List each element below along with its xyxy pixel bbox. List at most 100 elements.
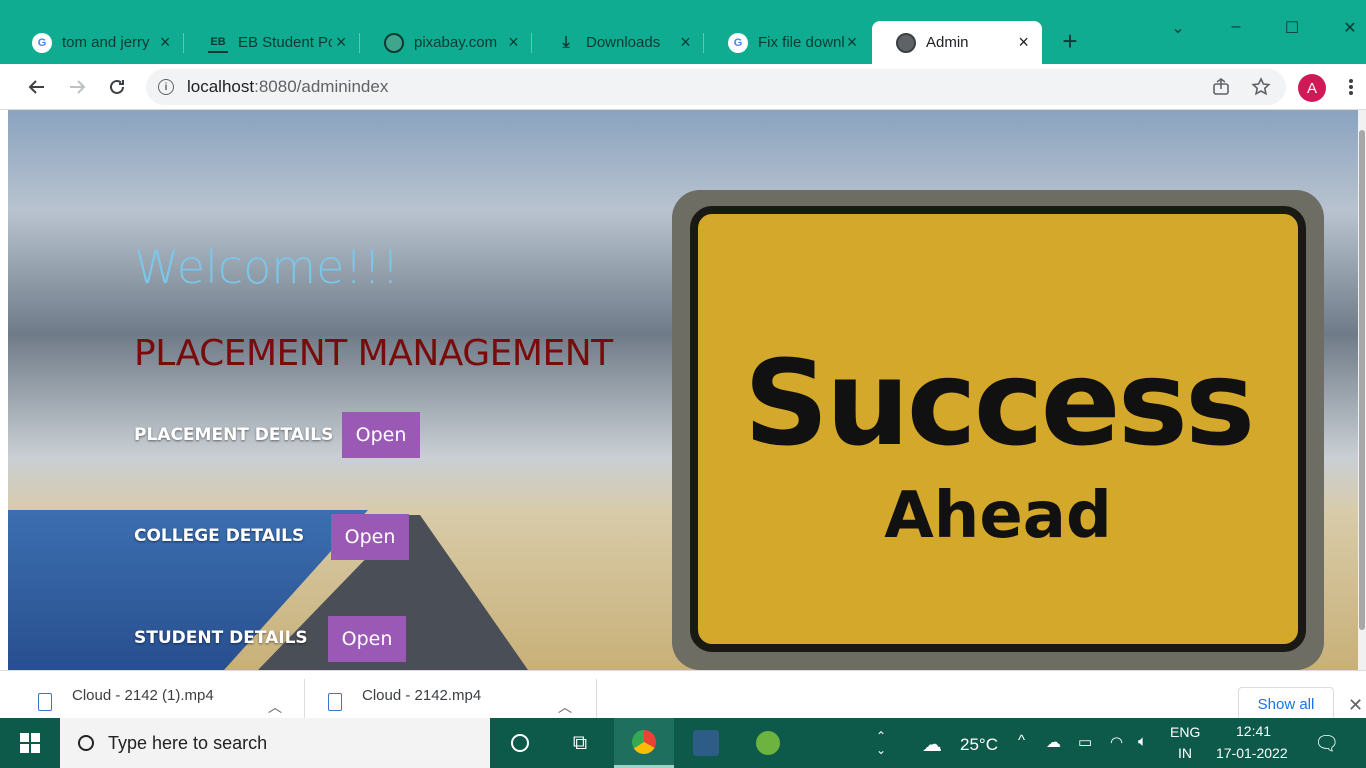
language-label[interactable]: ENG bbox=[1170, 724, 1200, 740]
reload-icon bbox=[110, 79, 124, 94]
video-file-icon bbox=[38, 693, 52, 711]
url-text[interactable]: localhost:8080/adminindex bbox=[187, 77, 388, 97]
clock-date[interactable]: 17-01-2022 bbox=[1216, 745, 1288, 761]
college-details-label: COLLEGE DETAILS bbox=[134, 526, 305, 546]
cortana-button[interactable] bbox=[490, 718, 550, 768]
share-icon bbox=[1213, 78, 1229, 95]
task-view-button[interactable]: ⧉ bbox=[550, 718, 610, 768]
google-icon: G bbox=[728, 32, 748, 53]
taskbar-scroll[interactable]: ⌃ ⌄ bbox=[866, 718, 896, 768]
show-all-downloads-button[interactable]: Show all bbox=[1238, 687, 1334, 721]
tab-pixabay[interactable]: pixabay.com × bbox=[360, 21, 532, 64]
notification-icon[interactable]: 🗨︎ bbox=[1314, 731, 1339, 756]
tab-eb-student-portal[interactable]: EB EB Student Po × bbox=[184, 21, 360, 64]
cortana-icon bbox=[511, 734, 529, 752]
minimize-button[interactable]: – bbox=[1224, 18, 1248, 42]
back-button[interactable] bbox=[24, 74, 50, 100]
chevron-updown-icon: ⌃ ⌄ bbox=[875, 729, 887, 757]
browser-tab-strip: G tom and jerry × EB EB Student Po × pix… bbox=[0, 0, 1366, 64]
tab-label: tom and jerry bbox=[62, 34, 150, 51]
new-tab-button[interactable]: + bbox=[1058, 28, 1082, 54]
college-details-open-button[interactable]: Open bbox=[331, 514, 409, 560]
url-path: :8080/adminindex bbox=[254, 77, 389, 96]
globe-icon bbox=[896, 32, 916, 53]
bookmark-button[interactable] bbox=[1248, 74, 1274, 100]
search-icon bbox=[78, 735, 94, 751]
chrome-taskbar-button[interactable] bbox=[614, 718, 674, 768]
page-scrollbar[interactable] bbox=[1358, 110, 1366, 670]
download-shelf: Cloud - 2142 (1).mp4 ︿ Cloud - 2142.mp4 … bbox=[0, 670, 1366, 721]
placement-details-open-button[interactable]: Open bbox=[342, 412, 420, 458]
admin-page: Success Ahead Welcome!!! PLACEMENT MANAG… bbox=[8, 110, 1358, 670]
close-icon[interactable]: × bbox=[156, 32, 174, 53]
tab-label: Admin bbox=[926, 34, 969, 51]
share-button[interactable] bbox=[1208, 74, 1234, 100]
chevron-up-icon[interactable]: ︿ bbox=[558, 697, 572, 717]
student-details-label: STUDENT DETAILS bbox=[134, 628, 308, 648]
close-icon[interactable]: × bbox=[1015, 32, 1032, 53]
url-host: localhost bbox=[187, 77, 255, 96]
forward-button[interactable] bbox=[64, 74, 90, 100]
close-icon[interactable]: × bbox=[332, 32, 350, 53]
profile-avatar[interactable]: A bbox=[1298, 74, 1326, 102]
taskbar-search[interactable]: Type here to search bbox=[60, 718, 490, 768]
arrow-left-icon bbox=[28, 80, 44, 94]
download-item[interactable]: Cloud - 2142 (1).mp4 ︿ bbox=[38, 679, 288, 719]
mysql-workbench-button[interactable] bbox=[676, 718, 736, 768]
window-close-button[interactable]: ✕ bbox=[1338, 18, 1362, 42]
browser-toolbar: i localhost:8080/adminindex A bbox=[0, 64, 1366, 110]
wifi-icon[interactable]: ◠ bbox=[1110, 733, 1123, 751]
download-filename: Cloud - 2142.mp4 bbox=[362, 687, 482, 704]
download-icon: ⤓ bbox=[562, 33, 570, 51]
close-icon[interactable]: × bbox=[505, 32, 522, 53]
network-error-icon[interactable]: ☁ bbox=[1046, 733, 1061, 751]
arrow-right-icon bbox=[70, 80, 86, 94]
start-button[interactable] bbox=[0, 718, 60, 768]
menu-button[interactable] bbox=[1338, 74, 1364, 100]
spring-tool-button[interactable] bbox=[738, 718, 798, 768]
windows-taskbar: Type here to search ⧉ ⌃ ⌄ ☁ 25°C ^ ☁ ▭ ◠ … bbox=[0, 718, 1366, 768]
sign-text-success: Success bbox=[743, 334, 1255, 472]
weather-temp[interactable]: 25°C bbox=[960, 735, 998, 755]
google-icon: G bbox=[32, 32, 52, 53]
windows-logo-icon bbox=[20, 733, 40, 753]
maximize-button[interactable]: ☐ bbox=[1280, 18, 1304, 42]
cloud-icon[interactable]: ☁ bbox=[922, 732, 942, 757]
battery-icon[interactable]: ▭ bbox=[1078, 733, 1092, 751]
download-item[interactable]: Cloud - 2142.mp4 ︿ bbox=[328, 679, 584, 719]
chevron-up-icon[interactable]: ︿ bbox=[268, 697, 282, 717]
close-shelf-icon[interactable]: ✕ bbox=[1348, 695, 1363, 716]
clock-time[interactable]: 12:41 bbox=[1236, 723, 1271, 739]
page-title: PLACEMENT MANAGEMENT bbox=[134, 333, 613, 374]
address-bar[interactable]: i localhost:8080/adminindex bbox=[146, 69, 1286, 105]
tab-label: EB Student Po bbox=[238, 34, 333, 51]
welcome-heading: Welcome!!! bbox=[134, 240, 400, 294]
volume-icon[interactable]: 🔈︎ bbox=[1138, 733, 1147, 750]
spring-icon bbox=[756, 731, 780, 755]
workbench-icon bbox=[693, 730, 719, 756]
download-filename: Cloud - 2142 (1).mp4 bbox=[72, 687, 214, 704]
search-placeholder: Type here to search bbox=[108, 732, 268, 753]
video-file-icon bbox=[328, 693, 342, 711]
student-details-open-button[interactable]: Open bbox=[328, 616, 406, 662]
tab-fix-file-download[interactable]: G Fix file downl × bbox=[704, 21, 870, 64]
eb-logo-icon: EB bbox=[208, 33, 228, 53]
chevron-up-icon[interactable]: ^ bbox=[1018, 732, 1025, 749]
globe-icon bbox=[384, 32, 404, 53]
star-icon bbox=[1251, 77, 1271, 96]
tab-admin[interactable]: Admin × bbox=[872, 21, 1042, 64]
tab-tom-and-jerry[interactable]: G tom and jerry × bbox=[8, 21, 184, 64]
tab-downloads[interactable]: ⤓ Downloads × bbox=[532, 21, 704, 64]
region-label[interactable]: IN bbox=[1178, 745, 1192, 761]
reload-button[interactable] bbox=[104, 74, 130, 100]
tab-search-icon[interactable]: ⌄ bbox=[1166, 18, 1190, 42]
tab-label: pixabay.com bbox=[414, 34, 498, 51]
close-icon[interactable]: × bbox=[677, 32, 694, 53]
scrollbar-thumb[interactable] bbox=[1359, 130, 1365, 630]
site-info-icon[interactable]: i bbox=[158, 79, 174, 95]
chrome-icon bbox=[632, 729, 656, 754]
sign-text-ahead: Ahead bbox=[884, 479, 1112, 553]
placement-details-label: PLACEMENT DETAILS bbox=[134, 425, 334, 445]
success-sign-image: Success Ahead bbox=[672, 190, 1324, 670]
close-icon[interactable]: × bbox=[844, 32, 860, 53]
